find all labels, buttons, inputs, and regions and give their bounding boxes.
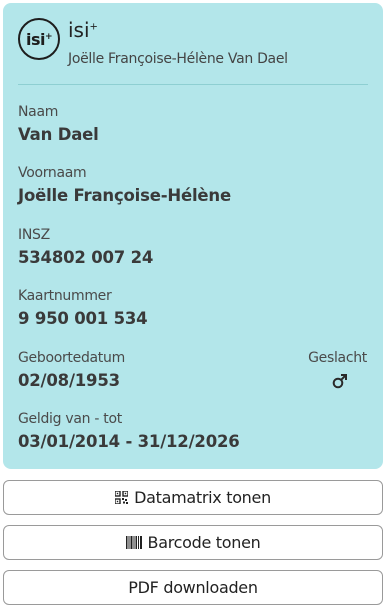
- barcode-icon: [125, 536, 142, 549]
- qr-code-icon: [115, 491, 129, 504]
- voornaam-value: Joëlle Françoise-Hélène: [18, 186, 231, 205]
- isi-logo: isi +: [18, 18, 60, 60]
- male-symbol-icon: [332, 374, 347, 389]
- logo-text: isi: [25, 29, 46, 49]
- geboortedatum-value: 02/08/1953: [18, 371, 120, 390]
- geslacht-label: Geslacht: [308, 350, 367, 366]
- insurance-card: isi + isi+ Joëlle Françoise-Hélène Van Da…: [3, 3, 383, 469]
- barcode-label: Barcode tonen: [147, 533, 261, 552]
- kaartnummer-value: 9 950 001 534: [18, 309, 148, 328]
- insz-value: 534802 007 24: [18, 248, 154, 267]
- pdf-download-button[interactable]: PDF downloaden: [3, 570, 383, 605]
- voornaam-label: Voornaam: [18, 165, 87, 181]
- pdf-download-label: PDF downloaden: [128, 578, 258, 597]
- geboortedatum-label: Geboortedatum: [18, 350, 125, 366]
- insz-label: INSZ: [18, 227, 50, 243]
- brand-sup: +: [89, 21, 98, 33]
- kaartnummer-label: Kaartnummer: [18, 288, 112, 304]
- barcode-button[interactable]: Barcode tonen: [3, 525, 383, 560]
- logo-sup: +: [44, 32, 53, 42]
- datamatrix-button[interactable]: Datamatrix tonen: [3, 480, 383, 515]
- geldig-value: 03/01/2014 - 31/12/2026: [18, 432, 240, 451]
- naam-label: Naam: [18, 104, 59, 120]
- card-holder-name: Joëlle Françoise-Hélène Van Dael: [68, 51, 288, 67]
- naam-value: Van Dael: [18, 125, 99, 144]
- divider: [18, 84, 368, 85]
- brand-name: isi+: [68, 18, 98, 42]
- datamatrix-label: Datamatrix tonen: [134, 488, 271, 507]
- brand-text: isi: [68, 18, 90, 42]
- geldig-label: Geldig van - tot: [18, 411, 122, 427]
